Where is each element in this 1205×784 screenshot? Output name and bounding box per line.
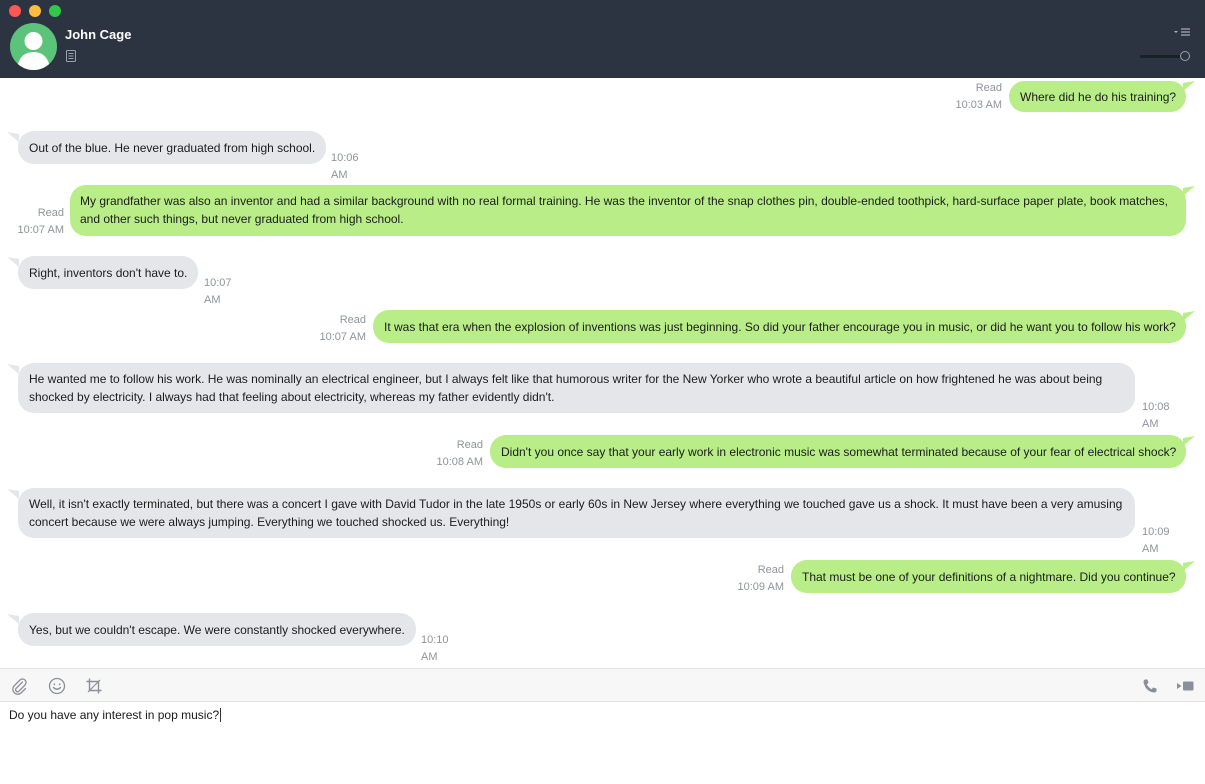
- draft-text: Do you have any interest in pop music?: [9, 708, 220, 722]
- bubble-tail: [7, 257, 19, 267]
- screenshot-crop-icon[interactable]: [85, 677, 103, 695]
- maximize-window-button[interactable]: [49, 5, 61, 17]
- emoji-icon[interactable]: [48, 677, 66, 695]
- message-time: 10:09 AM: [737, 581, 784, 593]
- message-input[interactable]: Do you have any interest in pop music?: [0, 702, 1205, 784]
- message-time: 10:10 AM: [421, 634, 449, 663]
- slider-thumb[interactable]: [1180, 51, 1190, 61]
- message-bubble[interactable]: Didn't you once say that your early work…: [490, 435, 1186, 468]
- bubble-tail: [7, 364, 19, 374]
- bubble-tail: [1183, 561, 1195, 571]
- message-bubble[interactable]: Well, it isn't exactly terminated, but t…: [18, 488, 1135, 538]
- bubble-tail: [7, 614, 19, 624]
- message-bubble[interactable]: My grandfather was also an inventor and …: [70, 185, 1186, 236]
- message-status: Read: [339, 314, 366, 326]
- avatar[interactable]: [10, 23, 57, 70]
- chat-header: John Cage: [0, 0, 1205, 78]
- window-controls: [9, 5, 61, 17]
- chat-window: John Cage Where did he do his training? …: [0, 0, 1205, 784]
- phone-icon[interactable]: [1141, 677, 1159, 695]
- message-bubble[interactable]: Where did he do his training?: [1009, 81, 1186, 112]
- message-bubble[interactable]: He wanted me to follow his work. He was …: [18, 363, 1135, 413]
- notes-icon[interactable]: [66, 50, 76, 62]
- message-time: 10:03 AM: [955, 99, 1002, 111]
- message-status: Read: [757, 564, 784, 576]
- bubble-tail: [1183, 436, 1195, 446]
- message-bubble[interactable]: Out of the blue. He never graduated from…: [18, 131, 327, 164]
- paperclip-icon[interactable]: [10, 677, 28, 695]
- message-status: Read: [456, 439, 483, 451]
- menu-dropdown-icon[interactable]: [1173, 27, 1191, 37]
- bubble-tail: [1183, 311, 1195, 321]
- message-time: 10:06 AM: [331, 152, 359, 181]
- minimize-window-button[interactable]: [29, 5, 41, 17]
- message-bubble[interactable]: That must be one of your definitions of …: [791, 560, 1186, 593]
- message-status: Read: [37, 207, 64, 219]
- volume-slider[interactable]: [1140, 51, 1190, 61]
- message-time: 10:08 AM: [436, 456, 483, 468]
- message-bubble[interactable]: It was that era when the explosion of in…: [373, 310, 1186, 343]
- message-time: 10:07 AM: [319, 331, 366, 343]
- composer-toolbar: [0, 668, 1205, 702]
- message-time: 10:08 AM: [1142, 401, 1170, 430]
- video-call-icon[interactable]: [1176, 677, 1194, 695]
- text-caret: [220, 708, 222, 722]
- message-bubble[interactable]: Right, inventors don't have to.: [18, 256, 199, 289]
- message-status: Read: [975, 82, 1002, 94]
- bubble-tail: [1183, 186, 1195, 196]
- message-time: 10:07 AM: [204, 277, 232, 306]
- bubble-tail: [7, 489, 19, 499]
- bubble-tail: [1183, 81, 1195, 91]
- message-input-text[interactable]: Do you have any interest in pop music?: [9, 708, 222, 722]
- user-silhouette-icon: [17, 32, 50, 70]
- message-bubble[interactable]: Yes, but we couldn't escape. We were con…: [18, 613, 416, 646]
- message-list[interactable]: Where did he do his training? Read 10:03…: [0, 78, 1205, 668]
- message-time: 10:09 AM: [1142, 526, 1170, 555]
- message-time: 10:07 AM: [17, 224, 64, 236]
- close-window-button[interactable]: [9, 5, 21, 17]
- bubble-tail: [7, 132, 19, 142]
- contact-name[interactable]: John Cage: [65, 27, 131, 42]
